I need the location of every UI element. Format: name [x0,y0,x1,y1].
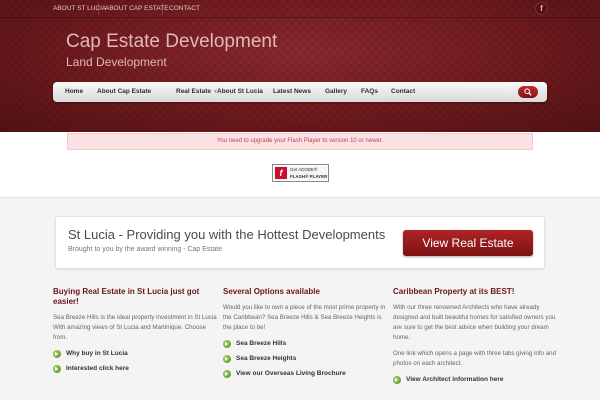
arrow-right-circle-icon [223,340,231,348]
nav-item-gallery[interactable]: Gallery [325,88,347,95]
column-text: One link which opens a page with three t… [393,350,557,367]
column-caribbean: Caribbean Property at its BEST! With our… [393,287,558,390]
topbar-link-about-cap-estate[interactable]: ABOUT CAP ESTATE [105,5,168,12]
arrow-right-circle-icon [53,350,61,358]
nav-item-real-estate[interactable]: Real Estate ▼ [176,88,218,95]
nav-item-home[interactable]: Home [65,88,83,95]
view-real-estate-button[interactable]: View Real Estate [403,230,533,256]
link-label: View our Overseas Living Brochure [236,370,346,377]
topbar-link-contact[interactable]: CONTACT [169,5,200,12]
flash-badge-name: FLASH® PLAYER [290,174,328,179]
link-label: Interested click here [66,365,129,372]
link-sea-breeze-hills[interactable]: Sea Breeze Hills [223,339,388,349]
promo-title: St Lucia - Providing you with the Hottes… [68,227,386,242]
nav-item-about-st-lucia[interactable]: About St Lucia [217,88,263,95]
nav-item-latest-news[interactable]: Latest News [273,88,311,95]
link-label: Sea Breeze Heights [236,355,297,362]
flash-logo-icon: f [275,167,287,179]
get-flash-player-badge[interactable]: f Get ADOBE® FLASH® PLAYER [272,164,329,182]
flash-warning: You need to upgrade your Flash Player to… [67,133,533,150]
divider [162,3,163,15]
arrow-right-circle-icon [393,376,401,384]
divider [98,3,99,15]
link-sea-breeze-heights[interactable]: Sea Breeze Heights [223,354,388,364]
column-text: Would you like to own a piece of the mos… [223,304,386,331]
nav-item-label: Real Estate [176,88,212,95]
nav-item-contact[interactable]: Contact [391,88,415,95]
nav-item-about-cap-estate[interactable]: About Cap Estate [97,88,151,95]
arrow-right-circle-icon [223,370,231,378]
link-overseas-brochure[interactable]: View our Overseas Living Brochure [223,369,388,379]
link-why-buy[interactable]: Why buy in St Lucia [53,349,218,359]
column-title: Buying Real Estate in St Lucia just got … [53,287,200,306]
site-title[interactable]: Cap Estate Development [66,31,277,53]
flash-badge-get: Get ADOBE® [290,167,318,172]
link-interested[interactable]: Interested click here [53,364,218,374]
arrow-right-circle-icon [223,355,231,363]
nav-item-faqs[interactable]: FAQs [361,88,378,95]
promo-box: St Lucia - Providing you with the Hottes… [55,216,545,269]
search-button[interactable] [518,86,538,98]
column-text: Sea Breeze Hills is the ideal property i… [53,314,217,341]
link-label: View Architect information here [406,376,504,383]
column-options: Several Options available Would you like… [223,287,388,384]
column-title: Caribbean Property at its BEST! [393,287,515,296]
column-buying: Buying Real Estate in St Lucia just got … [53,287,218,379]
promo-subtitle: Brought to you by the award winning - Ca… [68,246,223,253]
main-nav: Home About Cap Estate Real Estate ▼ About… [53,82,547,102]
column-text: With our three renowned Architects who h… [393,304,556,341]
arrow-right-circle-icon [53,365,61,373]
link-architect-info[interactable]: View Architect information here [393,375,558,385]
search-icon [524,88,532,96]
facebook-icon[interactable]: f [536,3,547,14]
top-bar: ABOUT ST LUCIA ABOUT CAP ESTATE CONTACT [0,0,600,18]
link-label: Sea Breeze Hills [236,340,287,347]
link-label: Why buy in St Lucia [66,350,128,357]
column-title: Several Options available [223,287,320,296]
site-subtitle: Land Development [66,55,167,69]
